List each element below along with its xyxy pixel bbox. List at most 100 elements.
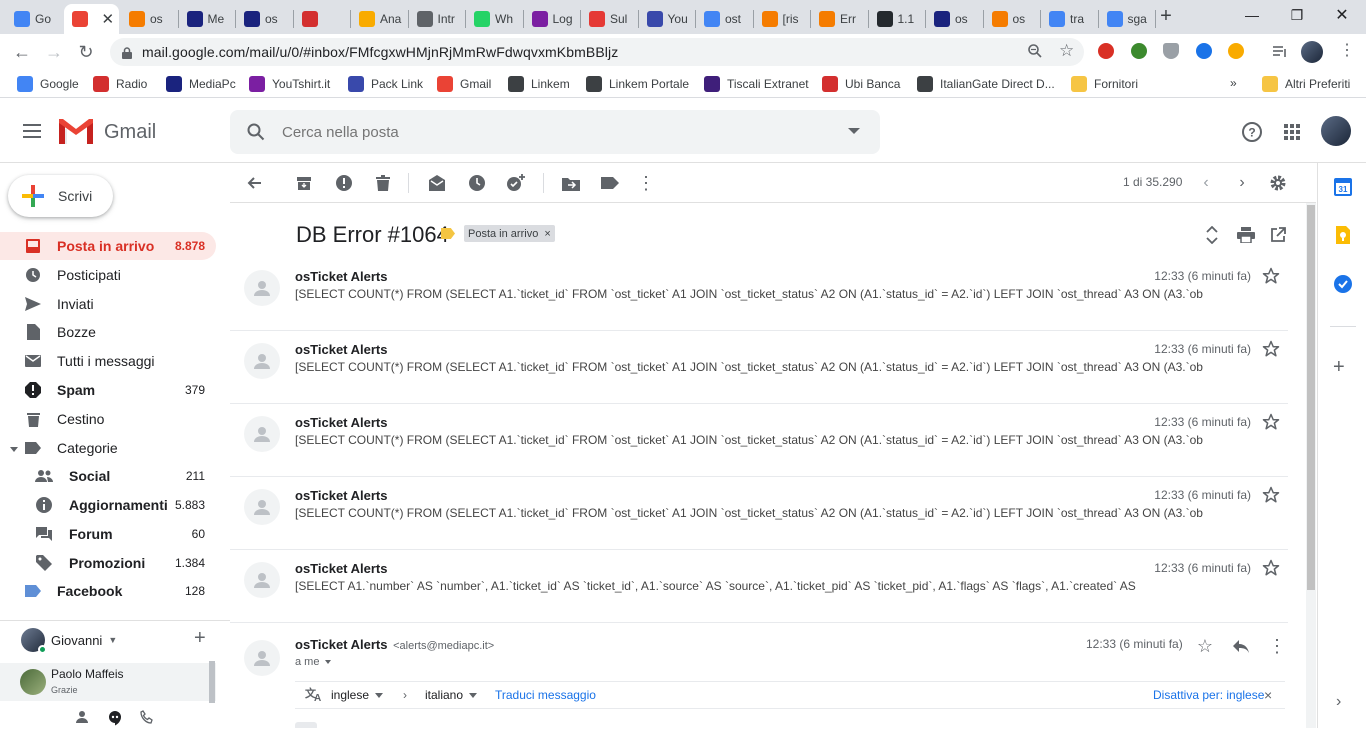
bookmark-item[interactable]: Linkem bbox=[508, 76, 570, 92]
star-icon[interactable] bbox=[1262, 413, 1280, 431]
report-spam-button[interactable] bbox=[334, 173, 354, 193]
nav-item-facebook[interactable]: Facebook 128 bbox=[0, 577, 216, 605]
nav-item-inviati[interactable]: Inviati bbox=[0, 290, 216, 318]
collapsed-message[interactable]: osTicket Alerts [SELECT COUNT(*) FROM (SE… bbox=[230, 477, 1288, 550]
thread-scrollbar-thumb[interactable] bbox=[1307, 205, 1315, 590]
profile-avatar[interactable] bbox=[1301, 41, 1323, 63]
keep-icon[interactable] bbox=[1334, 226, 1352, 244]
browser-tab[interactable]: Err bbox=[811, 4, 867, 34]
browser-tab[interactable]: Go bbox=[6, 4, 62, 34]
tasks-icon[interactable] bbox=[1334, 275, 1352, 293]
account-avatar[interactable] bbox=[1321, 116, 1351, 146]
settings-gear-icon[interactable] bbox=[1268, 173, 1288, 193]
star-icon[interactable] bbox=[1262, 486, 1280, 504]
browser-tab[interactable]: os bbox=[984, 4, 1040, 34]
help-icon[interactable]: ? bbox=[1240, 120, 1264, 144]
move-to-button[interactable] bbox=[561, 173, 581, 193]
calendar-icon[interactable]: 31 bbox=[1334, 178, 1352, 196]
browser-tab[interactable]: Wh bbox=[466, 4, 522, 34]
other-bookmarks[interactable]: Altri Preferiti bbox=[1262, 76, 1350, 92]
browser-tab[interactable]: sga bbox=[1099, 4, 1155, 34]
nav-item-tutti-i-messaggi[interactable]: Tutti i messaggi bbox=[0, 347, 216, 375]
nav-item-spam[interactable]: Spam 379 bbox=[0, 376, 216, 404]
browser-tab[interactable]: You bbox=[639, 4, 695, 34]
reading-list-icon[interactable] bbox=[1272, 43, 1288, 59]
categories-caret-icon[interactable] bbox=[10, 447, 18, 452]
more-actions-icon[interactable]: ⋮ bbox=[636, 173, 656, 193]
gmail-logo-icon[interactable] bbox=[59, 119, 93, 144]
browser-tab[interactable] bbox=[294, 4, 350, 34]
forward-button[interactable]: → bbox=[42, 40, 66, 64]
hide-side-panel-icon[interactable]: › bbox=[1336, 693, 1341, 711]
browser-tab[interactable]: Ana bbox=[351, 4, 407, 34]
bookmark-item[interactable]: YouTshirt.it bbox=[249, 76, 330, 92]
mark-unread-button[interactable] bbox=[427, 173, 447, 193]
phone-icon[interactable] bbox=[140, 710, 154, 727]
nav-item-cestino[interactable]: Cestino bbox=[0, 405, 216, 433]
zoom-icon[interactable] bbox=[1028, 44, 1042, 61]
browser-tab[interactable]: os bbox=[926, 4, 982, 34]
snooze-button[interactable] bbox=[467, 173, 487, 193]
newer-button[interactable]: ‹ bbox=[1196, 173, 1216, 193]
nav-item-bozze[interactable]: Bozze bbox=[0, 318, 216, 346]
browser-tab[interactable]: ost bbox=[696, 4, 752, 34]
star-icon[interactable] bbox=[1262, 340, 1280, 358]
new-conversation-icon[interactable]: + bbox=[194, 627, 206, 650]
remove-label-icon[interactable]: × bbox=[544, 228, 550, 240]
browser-tab[interactable]: Intr bbox=[409, 4, 465, 34]
target-language-select[interactable]: italiano bbox=[425, 688, 478, 702]
close-translate-icon[interactable]: × bbox=[1264, 687, 1272, 703]
back-button[interactable]: ← bbox=[10, 40, 34, 64]
bookmark-item[interactable]: Ubi Banca bbox=[822, 76, 900, 92]
bookmarks-overflow[interactable]: » bbox=[1230, 76, 1237, 90]
bookmark-item[interactable]: Tiscali Extranet bbox=[704, 76, 809, 92]
close-tab-icon[interactable]: ✕ bbox=[102, 10, 115, 28]
disable-translation-link[interactable]: Disattiva per: inglese bbox=[1153, 688, 1264, 702]
delete-button[interactable] bbox=[373, 173, 393, 193]
hangouts-contact[interactable]: Paolo Maffeis Grazie bbox=[0, 663, 216, 701]
bookmark-item[interactable]: Linkem Portale bbox=[586, 76, 689, 92]
translate-message-link[interactable]: Traduci messaggio bbox=[495, 688, 596, 702]
older-button[interactable]: › bbox=[1232, 173, 1252, 193]
labels-button[interactable] bbox=[600, 173, 620, 193]
expanded-sender[interactable]: osTicket Alerts <alerts@mediapc.it> bbox=[295, 637, 494, 652]
source-language-select[interactable]: inglese bbox=[331, 688, 384, 702]
message-more-icon[interactable]: ⋮ bbox=[1268, 636, 1286, 656]
bookmark-item[interactable]: Radio bbox=[93, 76, 147, 92]
contacts-icon[interactable] bbox=[75, 710, 89, 727]
show-trimmed-content-button[interactable] bbox=[295, 722, 317, 728]
collapsed-message[interactable]: osTicket Alerts [SELECT COUNT(*) FROM (SE… bbox=[230, 258, 1288, 331]
recipients-toggle[interactable]: a me bbox=[295, 656, 332, 668]
bookmark-item[interactable]: MediaPc bbox=[166, 76, 236, 92]
browser-menu-icon[interactable]: ⋮ bbox=[1339, 40, 1355, 59]
star-icon[interactable] bbox=[1262, 559, 1280, 577]
archive-button[interactable] bbox=[294, 173, 314, 193]
nav-item-forum[interactable]: Forum 60 bbox=[0, 520, 216, 548]
nav-item-posta-in-arrivo[interactable]: Posta in arrivo 8.878 bbox=[0, 232, 216, 260]
bookmark-item[interactable]: Google bbox=[17, 76, 79, 92]
browser-tab[interactable]: ✕ bbox=[63, 4, 119, 34]
star-icon[interactable] bbox=[1262, 267, 1280, 285]
compose-button[interactable]: Scrivi bbox=[8, 175, 113, 217]
browser-tab[interactable]: [ris bbox=[754, 4, 810, 34]
hangouts-user[interactable]: Giovanni ▼ bbox=[21, 628, 117, 654]
bookmark-item[interactable]: ItalianGate Direct D... bbox=[917, 76, 1055, 92]
hangouts-chat-icon[interactable] bbox=[107, 710, 123, 729]
main-menu-icon[interactable] bbox=[23, 124, 41, 138]
bookmark-item[interactable]: Pack Link bbox=[348, 76, 423, 92]
open-new-window-icon[interactable] bbox=[1268, 225, 1288, 245]
browser-tab[interactable]: 1.1 bbox=[869, 4, 925, 34]
extension-shield-icon[interactable] bbox=[1163, 43, 1179, 59]
nav-item-posticipati[interactable]: Posticipati bbox=[0, 261, 216, 289]
minimize-button[interactable]: — bbox=[1232, 4, 1272, 26]
extension-b-icon[interactable] bbox=[1228, 43, 1244, 59]
get-addons-icon[interactable]: + bbox=[1333, 356, 1345, 379]
expand-all-icon[interactable] bbox=[1202, 225, 1222, 245]
apps-grid-icon[interactable] bbox=[1280, 120, 1304, 144]
star-icon[interactable]: ☆ bbox=[1196, 636, 1214, 656]
search-bar[interactable] bbox=[230, 110, 880, 154]
nav-item-social[interactable]: Social 211 bbox=[0, 462, 216, 490]
browser-tab[interactable]: Sul bbox=[581, 4, 637, 34]
importance-marker-icon[interactable] bbox=[441, 228, 455, 239]
extension-blue-icon[interactable] bbox=[1196, 43, 1212, 59]
